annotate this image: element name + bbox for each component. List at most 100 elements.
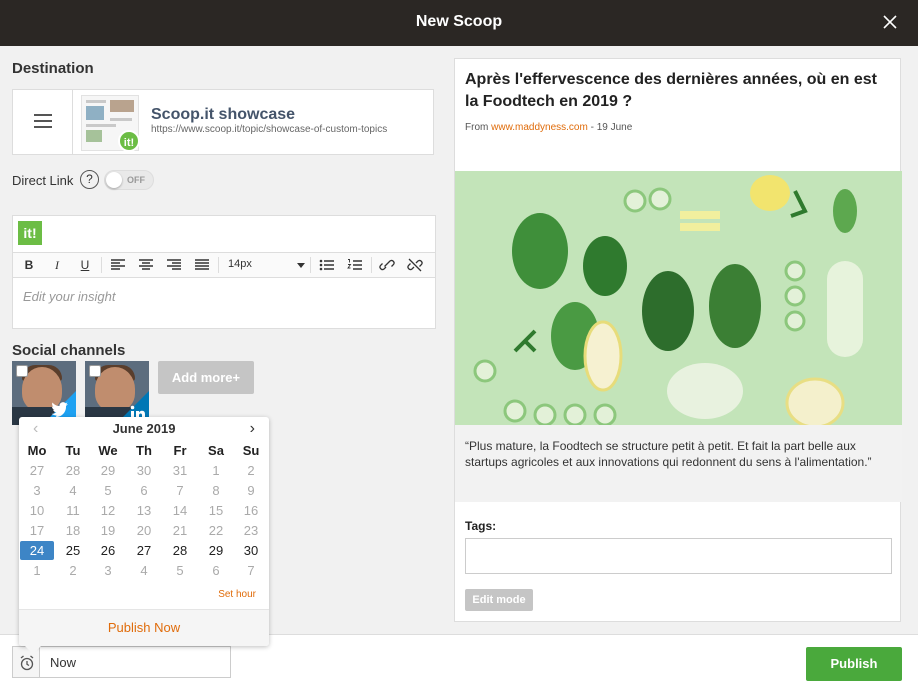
day-cell[interactable]: 28 <box>162 541 198 561</box>
day-cell[interactable]: 18 <box>55 521 91 541</box>
day-cell[interactable]: 14 <box>162 501 198 521</box>
day-cell[interactable]: 19 <box>90 521 126 541</box>
month-label: June 2019 <box>112 421 176 436</box>
week-row: 10 11 12 13 14 15 16 <box>19 501 269 521</box>
toolbar-divider <box>218 257 219 273</box>
publish-time-input[interactable]: Now <box>39 646 231 678</box>
destination-selector[interactable]: it! Scoop.it showcase https://www.scoop.… <box>12 89 434 155</box>
day-cell[interactable]: 3 <box>90 561 126 581</box>
article-date: - 19 June <box>590 122 633 133</box>
source-link[interactable]: www.maddyness.com <box>491 122 588 133</box>
align-center-icon[interactable] <box>138 258 154 272</box>
day-cell[interactable]: 7 <box>233 561 269 581</box>
day-cell[interactable]: 5 <box>162 561 198 581</box>
insight-input[interactable]: Edit your insight <box>23 289 116 304</box>
align-right-icon[interactable] <box>166 258 182 272</box>
day-cell[interactable]: 13 <box>126 501 162 521</box>
day-cell[interactable]: 29 <box>198 541 234 561</box>
add-more-channels-button[interactable]: Add more+ <box>158 361 254 394</box>
day-cell[interactable]: 12 <box>90 501 126 521</box>
article-image[interactable] <box>455 171 902 425</box>
day-cell[interactable]: 15 <box>198 501 234 521</box>
weekday-label: Sa <box>208 443 224 458</box>
calendar-grid: Mo Tu We Th Fr Sa Su 27 28 29 30 31 1 2 3 4 5 6 7 8 9 10 11 12 1… <box>19 441 269 581</box>
day-cell[interactable]: 4 <box>55 481 91 501</box>
font-size-select[interactable]: 14px <box>228 258 252 270</box>
day-cell[interactable]: 1 <box>198 461 234 481</box>
day-cell[interactable]: 6 <box>198 561 234 581</box>
social-channel-twitter[interactable] <box>12 361 76 425</box>
bold-button[interactable]: B <box>21 258 37 272</box>
editor-toolbar: B I U 14px <box>13 252 435 278</box>
modal-title: New Scoop <box>415 13 503 30</box>
day-cell[interactable]: 25 <box>55 541 91 561</box>
selected-day-cell[interactable]: 24 <box>20 541 54 560</box>
article-preview-card: Après l'effervescence des dernières anné… <box>454 58 902 622</box>
underline-button[interactable]: U <box>77 258 93 272</box>
day-cell[interactable]: 27 <box>19 461 55 481</box>
day-cell[interactable]: 16 <box>233 501 269 521</box>
align-left-icon[interactable] <box>110 258 126 272</box>
publish-button[interactable]: Publish <box>806 647 902 681</box>
day-cell[interactable]: 1 <box>19 561 55 581</box>
day-cell[interactable]: 28 <box>55 461 91 481</box>
day-cell[interactable]: 17 <box>19 521 55 541</box>
new-scoop-modal: New Scoop Destination it! Scoop.it showc… <box>0 0 918 696</box>
day-cell[interactable]: 30 <box>126 461 162 481</box>
numbered-list-icon[interactable] <box>347 258 363 272</box>
tags-input[interactable] <box>465 538 892 574</box>
edit-mode-button[interactable]: Edit mode <box>465 589 533 611</box>
scoopit-logo: it! <box>118 130 140 152</box>
chevron-down-icon[interactable] <box>297 263 305 268</box>
weekday-header-row: Mo Tu We Th Fr Sa Su <box>19 441 269 461</box>
destination-menu-button[interactable] <box>13 90 73 154</box>
day-cell[interactable]: 2 <box>233 461 269 481</box>
day-cell[interactable]: 5 <box>90 481 126 501</box>
picker-pointer <box>25 646 41 654</box>
day-cell[interactable]: 22 <box>198 521 234 541</box>
toolbar-divider <box>310 257 311 273</box>
day-cell[interactable]: 27 <box>126 541 162 561</box>
social-channels-title: Social channels <box>12 342 126 359</box>
article-source-line: From www.maddyness.com - 19 June <box>465 122 632 133</box>
article-headline[interactable]: Après l'effervescence des dernières anné… <box>465 69 885 113</box>
close-icon[interactable] <box>882 14 898 30</box>
week-row: 24 25 26 27 28 29 30 <box>19 541 269 561</box>
bullet-list-icon[interactable] <box>319 258 335 272</box>
direct-link-toggle[interactable]: OFF <box>104 170 154 190</box>
day-cell[interactable]: 30 <box>233 541 269 561</box>
week-row: 17 18 19 20 21 22 23 <box>19 521 269 541</box>
day-cell[interactable]: 2 <box>55 561 91 581</box>
insight-editor: it! B I U 14px Edit your insight <box>12 215 436 329</box>
day-cell[interactable]: 9 <box>233 481 269 501</box>
social-channel-linkedin[interactable] <box>85 361 149 425</box>
day-cell[interactable]: 11 <box>55 501 91 521</box>
day-cell[interactable]: 31 <box>162 461 198 481</box>
channel-checkbox[interactable] <box>89 365 101 377</box>
day-cell[interactable]: 4 <box>126 561 162 581</box>
next-month-button[interactable]: › <box>250 420 255 438</box>
article-quote: “Plus mature, la Foodtech se structure p… <box>455 425 902 502</box>
hamburger-icon <box>34 114 52 128</box>
help-icon[interactable]: ? <box>80 170 99 189</box>
direct-link-label: Direct Link <box>12 173 74 188</box>
align-justify-icon[interactable] <box>194 258 210 272</box>
toggle-state: OFF <box>127 175 145 185</box>
day-cell[interactable]: 20 <box>126 521 162 541</box>
day-cell[interactable]: 8 <box>198 481 234 501</box>
day-cell[interactable]: 3 <box>19 481 55 501</box>
link-icon[interactable] <box>379 258 395 272</box>
publish-now-button[interactable]: Publish Now <box>19 609 269 646</box>
day-cell[interactable]: 29 <box>90 461 126 481</box>
day-cell[interactable]: 6 <box>126 481 162 501</box>
day-cell[interactable]: 10 <box>19 501 55 521</box>
unlink-icon[interactable] <box>407 258 423 272</box>
set-hour-link[interactable]: Set hour <box>218 589 256 600</box>
channel-checkbox[interactable] <box>16 365 28 377</box>
day-cell[interactable]: 23 <box>233 521 269 541</box>
italic-button[interactable]: I <box>49 258 65 272</box>
day-cell[interactable]: 7 <box>162 481 198 501</box>
toggle-knob <box>106 172 122 188</box>
day-cell[interactable]: 26 <box>90 541 126 561</box>
day-cell[interactable]: 21 <box>162 521 198 541</box>
